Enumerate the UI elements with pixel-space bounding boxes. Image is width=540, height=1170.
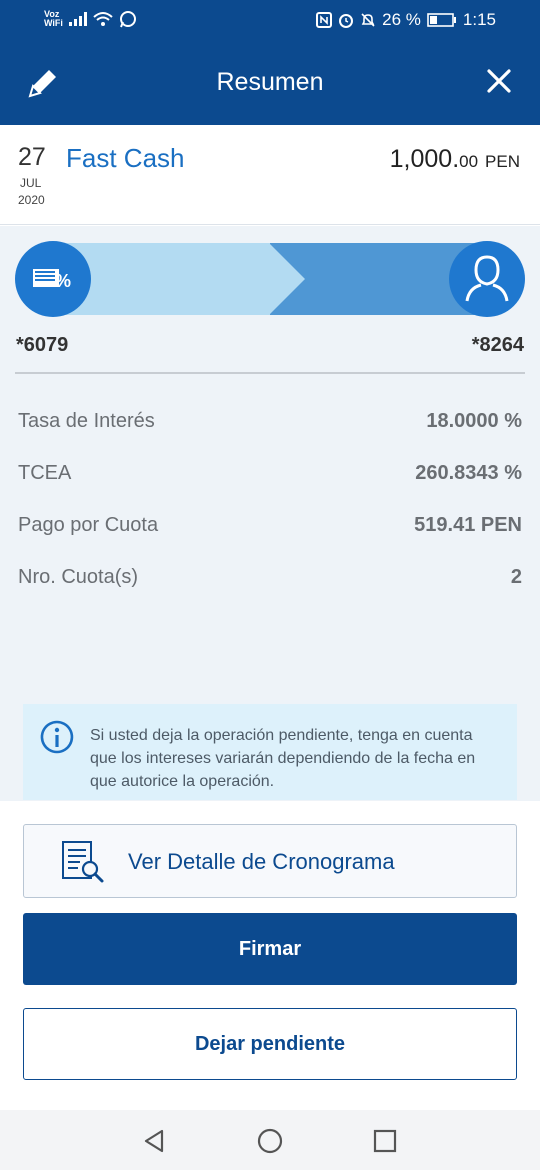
detail-value: 260.8343 % [415,462,522,484]
battery-icon [427,13,456,27]
date-day: 27 [18,143,46,171]
amount-main: 1,000. [389,145,460,173]
source-account: *6079 [16,334,69,356]
app-header: Resumen [0,40,540,125]
detail-label: Tasa de Interés [18,410,155,432]
date-month: JUL [20,176,42,190]
operation-details: % *6079 *8264 Tasa de Interés 18.0000 % … [0,226,540,801]
signal-icon [68,12,87,26]
page-title: Resumen [216,68,324,96]
detail-label: Nro. Cuota(s) [18,566,139,588]
detail-value: 18.0000 % [426,410,522,432]
battery-percent: 26 % [382,10,421,29]
nfc-icon [316,12,333,28]
credit-circle: % [15,241,91,317]
view-schedule-label: Ver Detalle de Cronograma [128,849,395,874]
money-percent-icon: % [33,269,71,291]
carrier-label: Voz WiFi [44,10,63,28]
close-icon[interactable] [486,68,512,94]
operation-summary: 27 JUL 2020 Fast Cash 1,000.00 PEN [0,125,540,225]
date-year: 2020 [18,193,45,207]
mute-bell-icon [361,13,375,27]
currency: PEN [485,152,520,171]
destination-account: *8264 [471,334,524,356]
alarm-icon [339,14,354,28]
detail-label: Pago por Cuota [18,514,159,536]
status-bar: Voz WiFi 26 % 1:15 [0,0,540,40]
divider [15,372,525,374]
info-notice: Si usted deja la operación pendiente, te… [23,704,517,800]
status-right: 26 % 1:15 [316,10,496,30]
transfer-flow: % [15,241,525,317]
clock: 1:15 [462,10,496,29]
status-left: Voz WiFi [44,10,137,28]
amount-decimals: 00 [459,152,479,171]
system-nav-bar [0,1110,540,1170]
document-search-icon [62,841,104,883]
flow-arrow [269,243,305,315]
detail-value: 519.41 PEN [414,514,522,536]
product-name: Fast Cash [66,143,185,173]
user-icon [465,255,509,302]
recents-icon[interactable] [370,1126,400,1156]
whatsapp-icon [119,11,136,28]
view-schedule-button[interactable]: Ver Detalle de Cronograma [23,824,517,898]
client-circle [449,241,525,317]
leave-pending-button[interactable]: Dejar pendiente [23,1008,517,1080]
detail-label: TCEA [18,462,72,484]
carrier-bottom: WiFi [44,18,63,28]
sign-button[interactable]: Firmar [23,913,517,985]
amount: 1,000.00 PEN [390,145,520,174]
wifi-icon [93,12,113,26]
notice-text: Si usted deja la operación pendiente, te… [90,727,476,790]
home-icon[interactable] [255,1126,285,1156]
back-icon[interactable] [140,1126,170,1156]
detail-value: 2 [510,566,522,588]
info-icon [40,720,74,754]
svg-text:%: % [55,271,71,291]
